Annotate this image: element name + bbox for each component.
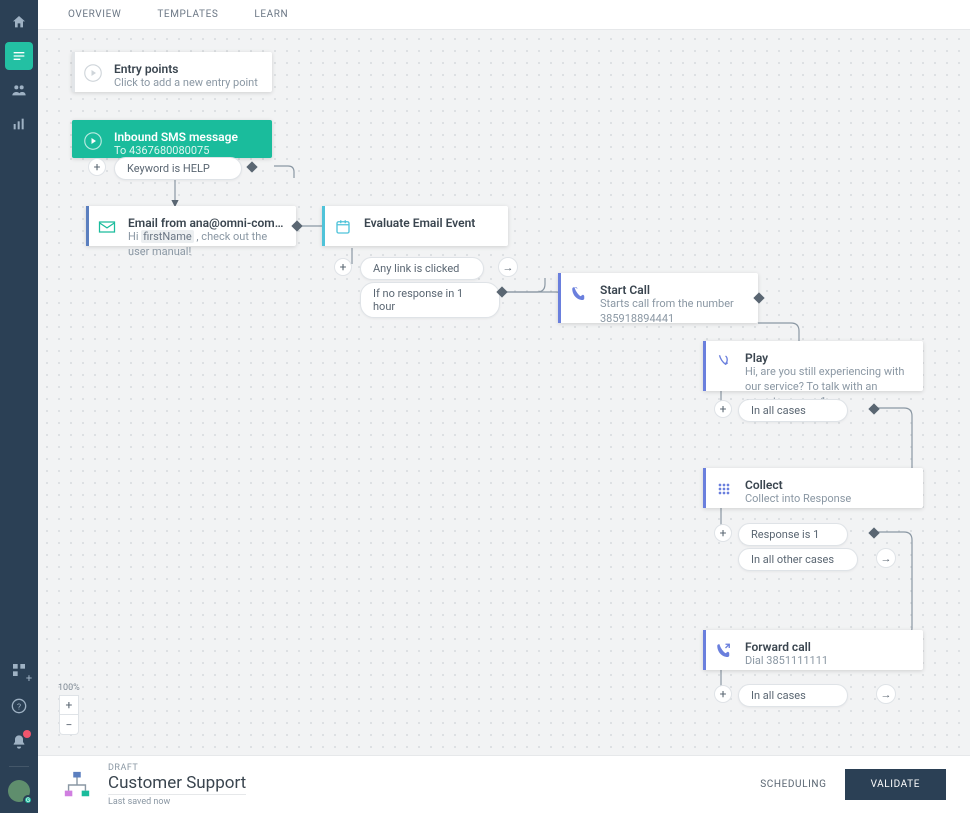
start-call-title: Start Call [600, 283, 746, 297]
flow-icon[interactable] [5, 42, 33, 70]
play-icon [82, 130, 104, 152]
add-branch-button[interactable]: + [714, 400, 732, 418]
email-node[interactable]: Email from ana@omni-communic… Hi firstNa… [86, 206, 296, 246]
add-branch-button[interactable]: + [714, 524, 732, 542]
left-sidebar: + ? G [0, 0, 38, 813]
collect-sub: Collect into Response [745, 492, 911, 507]
no-response-pill[interactable]: If no response in 1 hour [360, 282, 500, 318]
notifications-icon[interactable] [5, 728, 33, 756]
notification-dot [23, 730, 31, 738]
zoom-out-button[interactable]: − [59, 715, 79, 735]
apps-icon[interactable]: + [5, 656, 33, 684]
collect-node[interactable]: Collect Collect into Response [703, 468, 923, 508]
zoom-level: 100% [58, 683, 80, 693]
flow-name-input[interactable]: Customer Support [108, 773, 246, 795]
analytics-icon[interactable] [5, 110, 33, 138]
other-cases-pill[interactable]: In all other cases [738, 548, 858, 571]
add-branch-button[interactable]: + [88, 158, 106, 176]
validate-button[interactable]: VALIDATE [845, 769, 946, 800]
help-icon[interactable]: ? [5, 692, 33, 720]
email-node-title: Email from ana@omni-communic… [128, 216, 284, 230]
home-icon[interactable] [5, 8, 33, 36]
branch-arrow-button[interactable]: → [876, 684, 896, 704]
inbound-sms-node[interactable]: Inbound SMS message To 4367680080075 [72, 120, 272, 158]
play-icon [82, 62, 104, 84]
entry-title: Entry points [114, 62, 260, 76]
branch-arrow-button[interactable]: → [498, 257, 518, 277]
forward-call-node[interactable]: Forward call Dial 3851111111 [703, 630, 923, 670]
evaluate-email-node[interactable]: Evaluate Email Event [322, 206, 508, 246]
email-node-sub: Hi firstName , check out the user manual… [128, 230, 284, 260]
any-link-pill[interactable]: Any link is clicked [360, 257, 484, 280]
in-all-cases-pill-2[interactable]: In all cases [738, 684, 848, 707]
response-1-pill[interactable]: Response is 1 [738, 523, 848, 546]
flow-canvas[interactable]: Entry points Click to add a new entry po… [38, 30, 970, 755]
branch-arrow-button[interactable]: → [876, 548, 896, 568]
entry-sub: Click to add a new entry point [114, 76, 260, 91]
add-branch-button[interactable]: + [334, 258, 352, 276]
main-area: OVERVIEW TEMPLATES LEARN [38, 0, 970, 813]
flow-status: DRAFT [108, 763, 246, 773]
tab-templates[interactable]: TEMPLATES [157, 9, 218, 20]
forward-sub: Dial 3851111111 [745, 654, 911, 669]
people-icon[interactable] [5, 76, 33, 104]
keyword-pill[interactable]: Keyword is HELP [114, 157, 242, 180]
scheduling-button[interactable]: SCHEDULING [760, 779, 826, 790]
email-icon [96, 216, 118, 238]
play-title: Play [745, 351, 911, 365]
zoom-control: 100% + − [58, 683, 80, 735]
calendar-icon [332, 216, 354, 238]
top-tabs: OVERVIEW TEMPLATES LEARN [38, 0, 970, 30]
avatar[interactable]: G [5, 777, 33, 805]
in-all-cases-pill[interactable]: In all cases [738, 399, 848, 422]
svg-text:?: ? [17, 702, 21, 712]
speaker-icon [713, 351, 735, 373]
forward-title: Forward call [745, 640, 911, 654]
start-call-node[interactable]: Start Call Starts call from the number 3… [558, 273, 758, 323]
plus-icon: + [26, 672, 32, 685]
keypad-icon [713, 478, 735, 500]
play-node[interactable]: Play Hi, are you still experiencing with… [703, 341, 923, 391]
call-icon [568, 283, 590, 305]
entry-points-node[interactable]: Entry points Click to add a new entry po… [72, 52, 272, 92]
tab-learn[interactable]: LEARN [254, 9, 288, 20]
add-branch-button[interactable]: + [714, 685, 732, 703]
flow-saved-label: Last saved now [108, 797, 246, 807]
start-call-sub1: Starts call from the number [600, 297, 746, 312]
evaluate-title: Evaluate Email Event [364, 216, 496, 230]
inbound-sms-title: Inbound SMS message [114, 130, 260, 144]
footer-bar: DRAFT Customer Support Last saved now SC… [38, 755, 970, 813]
flow-structure-icon [62, 770, 92, 800]
start-call-sub2: 385918894441 [600, 312, 746, 327]
forward-call-icon [713, 640, 735, 662]
tab-overview[interactable]: OVERVIEW [68, 9, 121, 20]
zoom-in-button[interactable]: + [59, 695, 79, 715]
collect-title: Collect [745, 478, 911, 492]
